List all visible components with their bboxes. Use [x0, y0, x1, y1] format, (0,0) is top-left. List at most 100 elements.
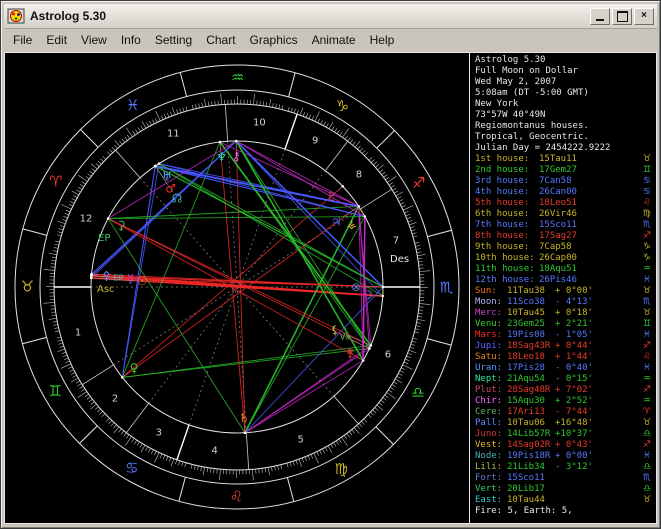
svg-text:☽: ☽ [362, 288, 373, 302]
menu-item-edit[interactable]: Edit [39, 31, 74, 49]
svg-text:♑: ♑ [336, 97, 349, 115]
sidebar-line: 1st house:15Tau11♉ [475, 154, 654, 165]
svg-text:♍: ♍ [334, 460, 347, 478]
svg-text:11: 11 [167, 129, 180, 140]
svg-text:♎: ♎ [411, 383, 424, 401]
sidebar-line: 4th house:26Can00♋ [475, 187, 654, 198]
chart-info-panel: Astrolog 5.30Full Moon on DollarWed May … [471, 53, 656, 523]
sidebar-line: 5th house:18Leo51♌ [475, 198, 654, 209]
sidebar-line: 11th house:18Aqu51♒ [475, 264, 654, 275]
sidebar-line: 2nd house:17Gem27♊ [475, 165, 654, 176]
sidebar-line: Plut:28Sag48R+ 7°02'♐ [475, 385, 654, 396]
svg-text:8: 8 [356, 170, 362, 181]
sidebar-line: Moon:11Sco38- 4°13'♏ [475, 297, 654, 308]
menu-item-graphics[interactable]: Graphics [243, 31, 305, 49]
maximize-icon [617, 11, 628, 22]
close-button[interactable]: × [634, 8, 654, 25]
sidebar-line: Node:19Pis18R+ 0°00'♓ [475, 451, 654, 462]
svg-text:5: 5 [297, 434, 303, 445]
sidebar-line: Fort:15Sco11♏ [475, 473, 654, 484]
window-controls: × [590, 8, 654, 25]
menu-item-chart[interactable]: Chart [199, 31, 242, 49]
svg-text:Vx: Vx [340, 333, 350, 342]
menu-item-help[interactable]: Help [363, 31, 402, 49]
menu-item-view[interactable]: View [74, 31, 114, 49]
sidebar-line: 73°57W 40°49N [475, 110, 654, 121]
svg-text:♉: ♉ [21, 277, 34, 295]
sidebar-line: Nept:21Aqu54- 0°15'♒ [475, 374, 654, 385]
sidebar-line: Mars:19Pis08- 1°05'♓ [475, 330, 654, 341]
sidebar-line: Sun:11Tau38+ 0°00'♉ [475, 286, 654, 297]
svg-text:♇: ♇ [326, 190, 337, 204]
sidebar-line: Merc:10Tau45+ 0°18'♉ [475, 308, 654, 319]
sidebar-line: Tropical, Geocentric. [475, 132, 654, 143]
sidebar-line: New York [475, 99, 654, 110]
svg-text:10: 10 [253, 118, 266, 129]
svg-text:♃: ♃ [331, 214, 342, 228]
app-window: Astrolog 5.30 × FileEditViewInfoSettingC… [0, 0, 661, 529]
svg-text:⚵: ⚵ [346, 346, 355, 360]
svg-text:♏: ♏ [440, 279, 454, 297]
sidebar-line: Juno:14Lib57R+10°37'♎ [475, 429, 654, 440]
svg-text:♄: ♄ [239, 411, 250, 425]
title-bar[interactable]: Astrolog 5.30 × [4, 4, 657, 29]
app-icon [7, 7, 25, 25]
sidebar-line: 8th house:17Sag27♐ [475, 231, 654, 242]
svg-text:7: 7 [393, 236, 399, 247]
close-icon: × [641, 11, 647, 21]
sidebar-line: 6th house:26Vir46♍ [475, 209, 654, 220]
wheel-label-des: Des [390, 254, 409, 265]
svg-text:4: 4 [211, 445, 217, 456]
svg-text:⚸: ⚸ [331, 323, 340, 337]
sidebar-line: Uran:17Pis28- 0°40'♓ [475, 363, 654, 374]
svg-text:⊗: ⊗ [351, 280, 361, 294]
sidebar-line: Cere:17Ari13- 7°44'♈ [475, 407, 654, 418]
maximize-button[interactable] [612, 8, 632, 25]
svg-text:2: 2 [112, 393, 118, 404]
menu-item-info[interactable]: Info [114, 31, 148, 49]
sidebar-line: Wed May 2, 2007 [475, 77, 654, 88]
sidebar-line: Julian Day = 2454222.9222 [475, 143, 654, 154]
svg-text:♓: ♓ [126, 96, 139, 114]
svg-text:⚶: ⚶ [347, 217, 357, 231]
wheel-label-ep: EP [98, 233, 110, 244]
sidebar-line: 9th house:7Cap58♑ [475, 242, 654, 253]
sidebar-line: Satu:18Leo18+ 1°44'♌ [475, 352, 654, 363]
menu-item-file[interactable]: File [6, 31, 39, 49]
wheel-label-asc: Asc [97, 284, 115, 295]
sidebar-line: 10th house:26Cap00♑ [475, 253, 654, 264]
svg-text:♊: ♊ [49, 382, 62, 400]
svg-text:☊: ☊ [172, 191, 183, 205]
sidebar-line: 5:08am (DT -5:00 GMT) [475, 88, 654, 99]
sidebar-line: Pall:10Tau06+16°48'♉ [475, 418, 654, 429]
sidebar-line: 3rd house:7Can58♋ [475, 176, 654, 187]
sidebar-line: Fire: 5, Earth: 5, [475, 506, 654, 517]
svg-text:♈: ♈ [49, 173, 62, 191]
minimize-icon [596, 19, 604, 21]
svg-text:⚷: ⚷ [232, 149, 241, 163]
sidebar-line: Vert:20Lib17♎ [475, 484, 654, 495]
svg-text:3: 3 [156, 427, 162, 438]
svg-text:9: 9 [312, 136, 318, 147]
sidebar-line: Regiomontanus houses. [475, 121, 654, 132]
svg-text:☉: ☉ [137, 274, 148, 288]
svg-text:☿: ☿ [127, 272, 134, 286]
window-title: Astrolog 5.30 [30, 9, 590, 23]
menu-bar: FileEditViewInfoSettingChartGraphicsAnim… [4, 29, 657, 51]
svg-text:⚳: ⚳ [117, 219, 126, 233]
menu-item-animate[interactable]: Animate [305, 31, 363, 49]
svg-text:♆: ♆ [216, 150, 227, 164]
panel-divider [469, 53, 470, 523]
menu-item-setting[interactable]: Setting [148, 31, 199, 49]
sidebar-line: 7th house:15Sco11♏ [475, 220, 654, 231]
sidebar-line: Astrolog 5.30 [475, 55, 654, 66]
svg-text:12: 12 [80, 214, 93, 225]
sidebar-line: Venu:23Gem25+ 2°21'♊ [475, 319, 654, 330]
astro-wheel-chart: ♈♉♊♋♌♍♎♏♐♑♒♓123456789101112⚳⚴EP☿☉♀♄⚵Vx⚸☽… [5, 53, 469, 522]
svg-text:1: 1 [75, 327, 81, 338]
svg-text:♌: ♌ [230, 487, 243, 505]
minimize-button[interactable] [590, 8, 610, 25]
sidebar-line: Jupi:18Sag43R+ 0°44'♐ [475, 341, 654, 352]
sidebar-line: Full Moon on Dollar [475, 66, 654, 77]
svg-text:♀: ♀ [130, 361, 139, 375]
